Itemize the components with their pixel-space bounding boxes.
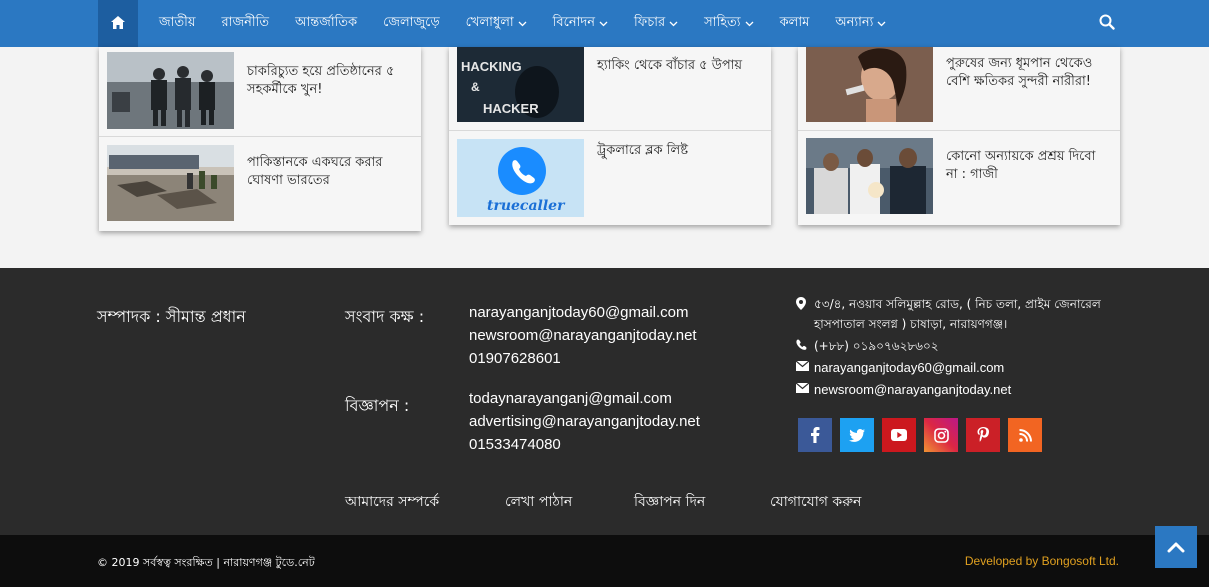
news-title[interactable]: কোনো অন্যায়কে প্রশ্রয় দিবো না : গাজী [946, 148, 1096, 184]
news-title[interactable]: হ্যাকিং থেকে বাঁচার ৫ উপায় [597, 57, 747, 75]
address-line: ৫৩/৪, নওয়াব সলিমুল্লাহ রোড, ( নিচ তলা, … [796, 294, 1126, 334]
pinterest-icon[interactable] [966, 418, 1000, 452]
ads-contacts: todaynarayanganj@gmail.com advertising@n… [469, 387, 700, 456]
chevron-down-icon [669, 21, 678, 27]
contact-info: ৫৩/৪, নওয়াব সলিমুল্লাহ রোড, ( নিচ তলা, … [796, 294, 1126, 400]
news-item[interactable]: পুরুষের জন্য ধূমপান থেকেও বেশি ক্ষতিকর স… [798, 47, 1120, 131]
facebook-icon[interactable] [798, 418, 832, 452]
nav-item-districts[interactable]: জেলাজুড়ে [383, 13, 440, 34]
chevron-down-icon [745, 21, 754, 27]
newsroom-email[interactable]: narayanganjtoday60@gmail.com [469, 301, 697, 324]
ads-phone: 01533474080 [469, 436, 561, 453]
news-item[interactable]: পাকিস্তানকে একঘরে করার ঘোষণা ভারতের [99, 138, 421, 228]
nav-item-feature[interactable]: ফিচার [634, 13, 678, 34]
main-nav: জাতীয় রাজনীতি আন্তর্জাতিক জেলাজুড়ে খেল… [0, 0, 1209, 47]
nav-item-national[interactable]: জাতীয় [159, 13, 196, 34]
instagram-icon[interactable] [924, 418, 958, 452]
newsroom-email-2[interactable]: newsroom@narayanganjtoday.net [469, 324, 697, 347]
phone-line: (+৮৮) ০১৯০৭৬২৮৬০২ [796, 336, 1126, 356]
nav-item-literature[interactable]: সাহিত্য [704, 13, 754, 34]
editor-name: সম্পাদক : সীমান্ত প্রধান [97, 307, 246, 326]
news-item[interactable]: চাকরিচ্যুত হয়ে প্রতিষ্ঠানের ৫ সহকর্মীকে… [99, 47, 421, 137]
news-title[interactable]: পুরুষের জন্য ধূমপান থেকেও বেশি ক্ষতিকর স… [946, 55, 1096, 91]
ads-email[interactable]: todaynarayanganj@gmail.com [469, 387, 700, 410]
thumb-text: HACKER [483, 101, 539, 116]
email-text[interactable]: narayanganjtoday60@gmail.com [814, 358, 1004, 378]
youtube-icon[interactable] [882, 418, 916, 452]
footer-link-about[interactable]: আমাদের সম্পর্কে [345, 490, 439, 514]
thumb-text: & [471, 80, 480, 94]
nav-item-entertainment[interactable]: বিনোদন [553, 13, 608, 34]
nav-item-international[interactable]: আন্তর্জাতিক [295, 13, 357, 34]
news-card: HACKING & HACKER হ্যাকিং থেকে বাঁচার ৫ উ… [449, 47, 771, 225]
footer: সম্পাদক : সীমান্ত প্রধান সংবাদ কক্ষ : na… [0, 268, 1209, 535]
phone-icon [796, 336, 814, 350]
search-button[interactable] [1099, 14, 1115, 34]
newsroom-phone: 01907628601 [469, 350, 561, 367]
search-icon [1099, 14, 1115, 34]
nav-item-politics[interactable]: রাজনীতি [222, 13, 270, 34]
thumb-text: truecaller [487, 198, 566, 214]
newsroom-label: সংবাদ কক্ষ : [345, 307, 425, 326]
rss-icon[interactable] [1008, 418, 1042, 452]
scroll-to-top-button[interactable] [1155, 526, 1197, 568]
news-thumbnail[interactable] [806, 138, 933, 214]
ads-email-2[interactable]: advertising@narayanganjtoday.net [469, 410, 700, 433]
developer-link[interactable]: Developed by Bongosoft Ltd. [965, 554, 1119, 568]
phone-text: (+৮৮) ০১৯০৭৬২৮৬০২ [814, 339, 939, 353]
news-thumbnail[interactable]: HACKING & HACKER [457, 47, 584, 122]
thumb-text: HACKING [461, 59, 522, 74]
twitter-icon[interactable] [840, 418, 874, 452]
chevron-down-icon [877, 21, 886, 27]
ads-label: বিজ্ঞাপন : [345, 396, 410, 415]
footer-link-advertise[interactable]: বিজ্ঞাপন দিন [634, 490, 705, 514]
email-text[interactable]: newsroom@narayanganjtoday.net [814, 380, 1011, 400]
news-thumbnail[interactable] [107, 52, 234, 129]
news-card: পুরুষের জন্য ধূমপান থেকেও বেশি ক্ষতিকর স… [798, 47, 1120, 225]
nav-item-column[interactable]: কলাম [780, 13, 810, 34]
news-title[interactable]: ট্রুকলারে ব্লক লিষ্ট [597, 142, 747, 160]
map-marker-icon [796, 294, 814, 310]
copyright-text: © 2019 সর্বস্বত্ব সংরক্ষিত | নারায়ণগঞ্জ… [97, 556, 315, 569]
news-thumbnail[interactable] [806, 47, 933, 122]
newsroom-contacts: narayanganjtoday60@gmail.com newsroom@na… [469, 301, 697, 370]
chevron-down-icon [518, 21, 527, 27]
social-links [798, 418, 1050, 452]
footer-link-write[interactable]: লেখা পাঠান [505, 490, 572, 514]
home-icon [111, 14, 125, 33]
news-title[interactable]: পাকিস্তানকে একঘরে করার ঘোষণা ভারতের [247, 154, 397, 190]
bottom-bar: © 2019 সর্বস্বত্ব সংরক্ষিত | নারায়ণগঞ্জ… [0, 535, 1209, 587]
home-button[interactable] [98, 0, 138, 47]
news-thumbnail[interactable] [107, 145, 234, 221]
chevron-up-icon [1167, 538, 1185, 557]
nav-inner: জাতীয় রাজনীতি আন্তর্জাতিক জেলাজুড়ে খেল… [98, 0, 1131, 47]
envelope-icon [796, 380, 814, 393]
news-item[interactable]: truecaller ট্রুকলারে ব্লক লিষ্ট [449, 132, 771, 222]
news-title[interactable]: চাকরিচ্যুত হয়ে প্রতিষ্ঠানের ৫ সহকর্মীকে… [247, 63, 407, 99]
envelope-icon [796, 358, 814, 371]
news-item[interactable]: কোনো অন্যায়কে প্রশ্রয় দিবো না : গাজী [798, 132, 1120, 222]
news-item[interactable]: HACKING & HACKER হ্যাকিং থেকে বাঁচার ৫ উ… [449, 47, 771, 131]
footer-link-contact[interactable]: যোগাযোগ করুন [770, 490, 861, 514]
nav-item-sports[interactable]: খেলাধুলা [466, 13, 527, 34]
chevron-down-icon [599, 21, 608, 27]
address-text: ৫৩/৪, নওয়াব সলিমুল্লাহ রোড, ( নিচ তলা, … [814, 297, 1101, 331]
news-thumbnail[interactable]: truecaller [457, 139, 584, 217]
nav-item-others[interactable]: অন্যান্য [835, 13, 886, 34]
email-line: newsroom@narayanganjtoday.net [796, 380, 1126, 400]
email-line: narayanganjtoday60@gmail.com [796, 358, 1126, 378]
news-card: চাকরিচ্যুত হয়ে প্রতিষ্ঠানের ৫ সহকর্মীকে… [99, 47, 421, 231]
